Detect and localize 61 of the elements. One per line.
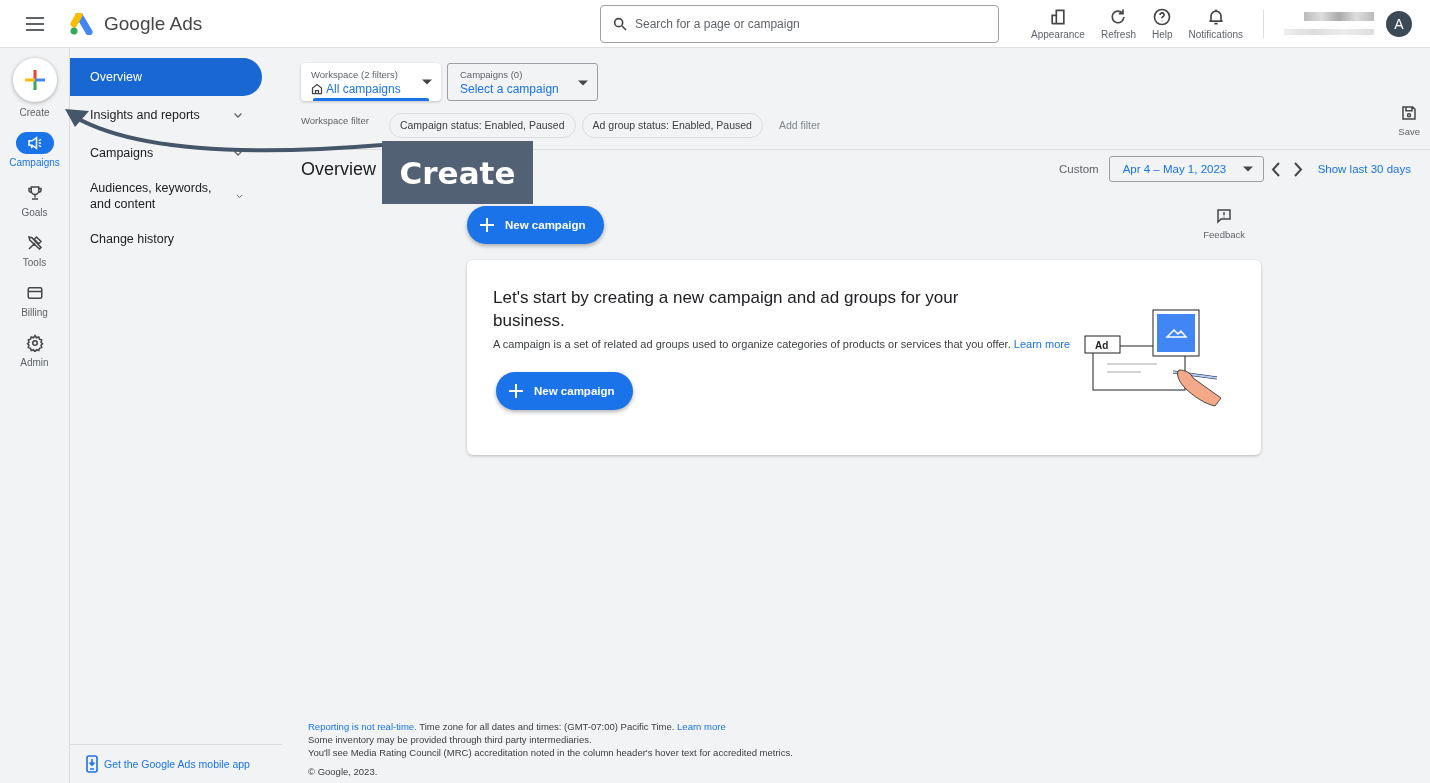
- card-heading: Let's start by creating a new campaign and ad groups for your business.: [493, 287, 960, 332]
- ad-illustration-drawing: Ad: [1083, 308, 1223, 408]
- toolbar-button[interactable]: Notifications: [1180, 7, 1251, 40]
- learn-more-link[interactable]: Learn more: [677, 721, 726, 732]
- toolbar-button[interactable]: Help: [1143, 7, 1181, 40]
- footer-text: Reporting is not real-time. Time zone for all dates and times: (GMT-07:00) Pacific Time. Learn more: [308, 720, 727, 733]
- floppy-disk-icon: [1400, 103, 1419, 122]
- phone-download-icon: [86, 755, 98, 773]
- rail-item[interactable]: Goals: [15, 182, 54, 218]
- caret-icon: [422, 79, 432, 85]
- credit-card-icon: [25, 284, 44, 302]
- gear-icon: [25, 334, 44, 352]
- logo-icon: [70, 12, 96, 35]
- account-avatar[interactable]: A: [1386, 10, 1412, 37]
- campaign-dropdown[interactable]: Campaigns (0) Select a campaign: [447, 63, 598, 101]
- product-name: Google Ads: [104, 12, 203, 35]
- caret-icon: [578, 80, 588, 86]
- plus-icon: [479, 217, 495, 233]
- workspace-dropdown[interactable]: Workspace (2 filters) All campaigns: [301, 63, 441, 101]
- new-campaign-button[interactable]: New campaign: [467, 206, 604, 244]
- card-description: A campaign is a set of related ad groups used to organize categories of products or services that you offer. Learn more: [493, 338, 1072, 350]
- plus-icon: [508, 383, 524, 399]
- chevron-left-icon: [1270, 161, 1280, 177]
- feedback-button[interactable]: Feedback: [1197, 206, 1251, 241]
- nav-item[interactable]: Change history: [70, 220, 262, 258]
- date-range-dropdown[interactable]: Apr 4 – May 1, 2023: [1108, 156, 1264, 182]
- date-range-label: Custom: [1059, 163, 1099, 175]
- rail-item[interactable]: Billing: [15, 282, 54, 318]
- create-callout-tooltip: Create: [382, 141, 533, 204]
- search-icon: [612, 15, 628, 32]
- menu-icon[interactable]: [26, 16, 44, 31]
- reporting-link[interactable]: Reporting is not real-time.: [308, 721, 417, 732]
- add-filter-button[interactable]: Add filter: [772, 118, 827, 132]
- chevron-right-icon: [1293, 161, 1303, 177]
- caret-icon: [1242, 166, 1253, 172]
- rail-item[interactable]: Tools: [15, 232, 54, 268]
- tools-icon: [25, 234, 44, 252]
- mobile-app-link[interactable]: Get the Google Ads mobile app: [104, 758, 250, 770]
- search-field[interactable]: Search for a page or campaign: [600, 4, 999, 43]
- nav-item[interactable]: Campaigns: [70, 134, 262, 172]
- learn-more-link[interactable]: Learn more: [1013, 338, 1071, 350]
- nav-item[interactable]: Audiences, keywords, and content: [70, 172, 262, 220]
- nav-item[interactable]: Overview: [70, 58, 262, 96]
- copyright-text: © Google, 2023.: [308, 765, 379, 778]
- home-icon: [311, 82, 323, 95]
- show-last-30-days-link[interactable]: Show last 30 days: [1317, 163, 1411, 175]
- footer-text: Some inventory may be provided through third party intermediaries.: [308, 733, 593, 746]
- toolbar-button[interactable]: Appearance: [1023, 7, 1093, 40]
- megaphone-icon: [25, 134, 44, 152]
- rail-item[interactable]: Admin: [15, 332, 54, 368]
- feedback-icon: [1215, 207, 1234, 225]
- rail-item[interactable]: Campaigns: [9, 132, 60, 168]
- help-icon: [1152, 7, 1173, 27]
- toolbar-button[interactable]: Refresh: [1092, 7, 1144, 40]
- save-button[interactable]: Save: [1388, 103, 1430, 137]
- filter-label: Workspace filter: [301, 114, 369, 126]
- plus-icon: [23, 69, 46, 91]
- page-title: Overview: [301, 158, 376, 180]
- new-campaign-button[interactable]: New campaign: [496, 372, 633, 410]
- trophy-icon: [25, 184, 44, 202]
- footer-text: You'll see Media Rating Council (MRC) accreditation noted in the column header's hover text for accredited metrics.: [308, 746, 794, 759]
